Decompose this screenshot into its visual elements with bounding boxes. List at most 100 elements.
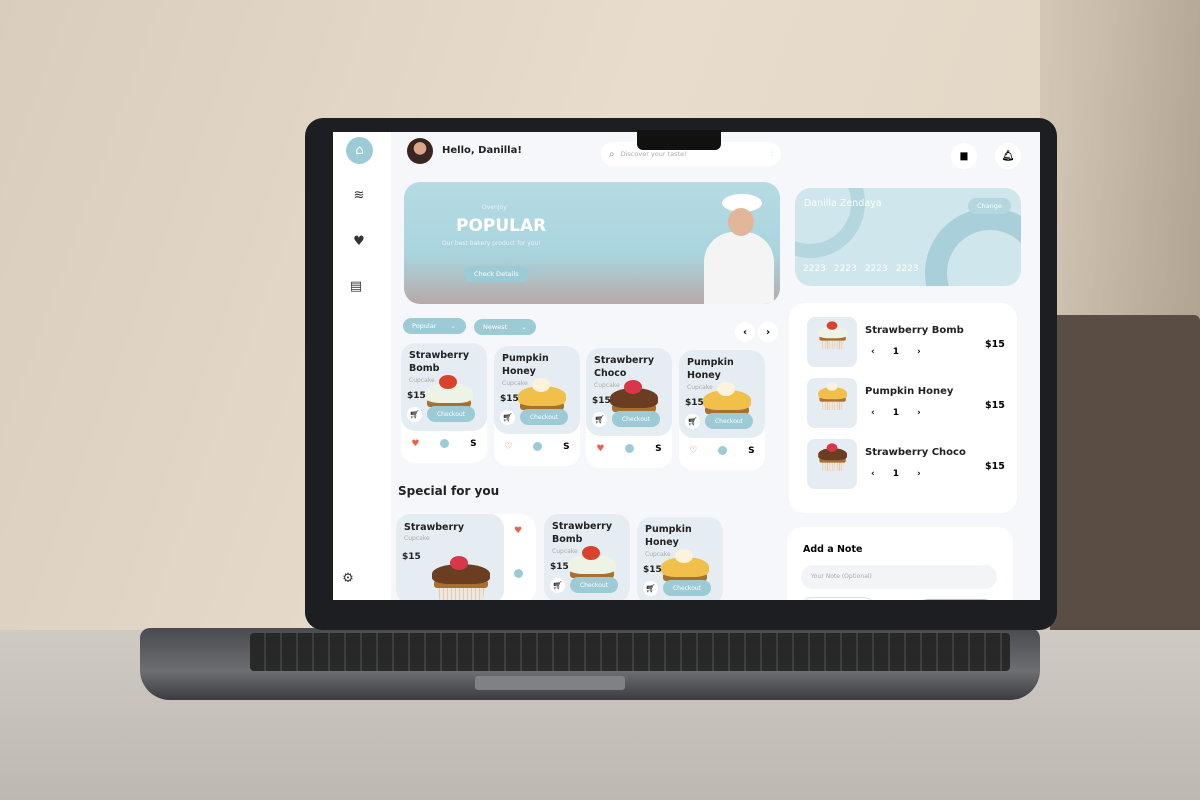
- cupcake-image: [817, 321, 848, 349]
- product-name: Strawberry: [404, 522, 465, 533]
- bell-icon[interactable]: 🔔︎: [995, 143, 1021, 169]
- increase-button[interactable]: ›: [917, 408, 921, 418]
- cart-icon[interactable]: 🛒︎: [643, 581, 658, 596]
- special-card[interactable]: Pumpkin Honey Cupcake $15 🛒︎ Checkout: [637, 517, 723, 605]
- card-number-group: 2223: [833, 264, 857, 274]
- popular-banner: OvenJoy POPULAR Our best bakery product …: [404, 182, 780, 304]
- filter-icon[interactable]: ⫶: [771, 149, 773, 159]
- cart-icon[interactable]: 🛒︎: [685, 414, 700, 429]
- heart-icon[interactable]: ♡: [689, 446, 697, 456]
- message-icon[interactable]: ▆: [951, 143, 977, 169]
- product-card[interactable]: Strawberry Bomb Cupcake $15 🛒︎ Checkout …: [401, 343, 487, 463]
- increase-button[interactable]: ›: [917, 469, 921, 479]
- size-label[interactable]: S: [470, 439, 476, 449]
- chevron-down-icon: ⌄: [521, 323, 527, 331]
- product-subtitle: Cupcake: [552, 548, 578, 555]
- product-card[interactable]: Pumpkin Honey Cupcake $15 🛒︎ Checkout ♡ S: [494, 346, 580, 466]
- card-holder: Danilla Zendaya: [804, 198, 882, 209]
- wave-icon[interactable]: ≋: [350, 186, 368, 204]
- change-button[interactable]: Change: [968, 198, 1011, 214]
- cart-item-price: $15: [985, 339, 1005, 350]
- cupcake-image: [817, 382, 848, 410]
- decrease-button[interactable]: ‹: [871, 469, 875, 479]
- product-name: Pumpkin Honey: [502, 353, 549, 377]
- quantity: 1: [892, 408, 899, 418]
- checkout-button[interactable]: Checkout: [612, 411, 660, 427]
- heart-icon[interactable]: ♥: [350, 232, 368, 250]
- trackpad: [475, 676, 625, 690]
- product-name: Strawberry Choco: [594, 355, 655, 379]
- color-dot[interactable]: [625, 444, 635, 453]
- avatar[interactable]: [407, 138, 433, 164]
- product-subtitle: Cupcake: [594, 382, 620, 389]
- product-price: $15: [402, 552, 421, 562]
- product-card[interactable]: Strawberry Choco Cupcake $15 🛒︎ Checkout…: [586, 348, 672, 468]
- product-price: $15: [500, 394, 519, 404]
- color-dot[interactable]: [533, 442, 543, 451]
- card-decoration: [925, 208, 1021, 286]
- product-price: $15: [407, 391, 426, 401]
- search-placeholder: Discover your taste!: [620, 150, 687, 158]
- greeting: Hello, Danilla!: [442, 145, 522, 156]
- home-icon[interactable]: ⌂: [346, 137, 373, 164]
- increase-button[interactable]: ›: [917, 347, 921, 357]
- size-label[interactable]: S: [655, 444, 661, 454]
- receipt-icon[interactable]: ▤: [347, 277, 365, 295]
- cart-panel: Strawberry Bomb ‹ 1 › $15 Pumpkin Honey ‹ 1…: [789, 303, 1017, 513]
- banner-brand: OvenJoy: [482, 204, 507, 211]
- product-price: $15: [643, 565, 662, 575]
- note-input[interactable]: Your Note (Optional): [801, 565, 997, 589]
- card-number-group: 2223: [803, 264, 826, 274]
- prev-button[interactable]: ‹: [735, 322, 755, 342]
- cart-item: Strawberry Bomb ‹ 1 › $15: [807, 317, 1017, 373]
- sidebar: [333, 132, 391, 616]
- product-card[interactable]: Pumpkin Honey Cupcake $15 🛒︎ Checkout ♡ S: [679, 350, 765, 470]
- checkout-button[interactable]: Checkout: [520, 409, 568, 425]
- checkout-button[interactable]: Checkout: [427, 406, 475, 422]
- heart-icon[interactable]: ♥: [411, 439, 419, 449]
- heart-icon[interactable]: ♡: [504, 442, 512, 452]
- product-name: Strawberry Bomb: [409, 350, 470, 374]
- cart-item-name: Pumpkin Honey: [865, 386, 954, 397]
- next-button[interactable]: ›: [758, 322, 778, 342]
- banner-title: POPULAR: [456, 216, 547, 236]
- quantity: 1: [892, 347, 899, 357]
- cart-icon[interactable]: 🛒︎: [592, 412, 607, 427]
- product-name: Strawberry Bomb: [552, 521, 613, 545]
- cart-icon[interactable]: 🛒︎: [500, 410, 515, 425]
- special-card[interactable]: Strawberry Bomb Cupcake $15 🛒︎ Checkout: [544, 514, 630, 602]
- filter-popular[interactable]: Popular ⌄: [403, 318, 466, 334]
- color-dot[interactable]: [514, 569, 523, 578]
- banner-subtitle: Our best bakery product for you!: [442, 240, 541, 247]
- checkout-button[interactable]: Checkout: [570, 577, 618, 593]
- product-subtitle: Cupcake: [404, 535, 430, 542]
- checkout-button[interactable]: Checkout: [663, 580, 711, 596]
- check-details-button[interactable]: Check Details: [464, 266, 529, 282]
- gear-icon[interactable]: ⚙: [339, 569, 357, 587]
- decrease-button[interactable]: ‹: [871, 408, 875, 418]
- card-number-group: 2223: [895, 264, 919, 274]
- chef-face: [728, 208, 754, 236]
- heart-icon[interactable]: ♥: [514, 526, 522, 536]
- color-dot[interactable]: [440, 439, 450, 448]
- product-subtitle: Cupcake: [502, 380, 528, 387]
- size-label[interactable]: S: [563, 442, 569, 452]
- cart-icon[interactable]: 🛒︎: [407, 407, 422, 422]
- cart-item-name: Strawberry Bomb: [865, 325, 964, 336]
- bezel-bottom: [305, 600, 1057, 630]
- note-title: Add a Note: [803, 544, 863, 555]
- chef-image: [704, 232, 774, 304]
- cart-item: Pumpkin Honey ‹ 1 › $15: [807, 378, 1017, 434]
- filter-label: Newest: [483, 323, 508, 331]
- cart-icon[interactable]: 🛒︎: [550, 578, 565, 593]
- filter-newest[interactable]: Newest ⌄: [474, 319, 536, 335]
- decrease-button[interactable]: ‹: [871, 347, 875, 357]
- size-label[interactable]: S: [748, 446, 754, 456]
- cupcake-image: [430, 544, 490, 602]
- heart-icon[interactable]: ♥: [596, 444, 604, 454]
- checkout-button[interactable]: Checkout: [705, 413, 753, 429]
- product-name: Pumpkin Honey: [645, 524, 692, 548]
- color-dot[interactable]: [718, 446, 728, 455]
- special-card-large[interactable]: Strawberry Cupcake $15 ♥: [396, 514, 536, 604]
- keyboard: [250, 633, 1010, 671]
